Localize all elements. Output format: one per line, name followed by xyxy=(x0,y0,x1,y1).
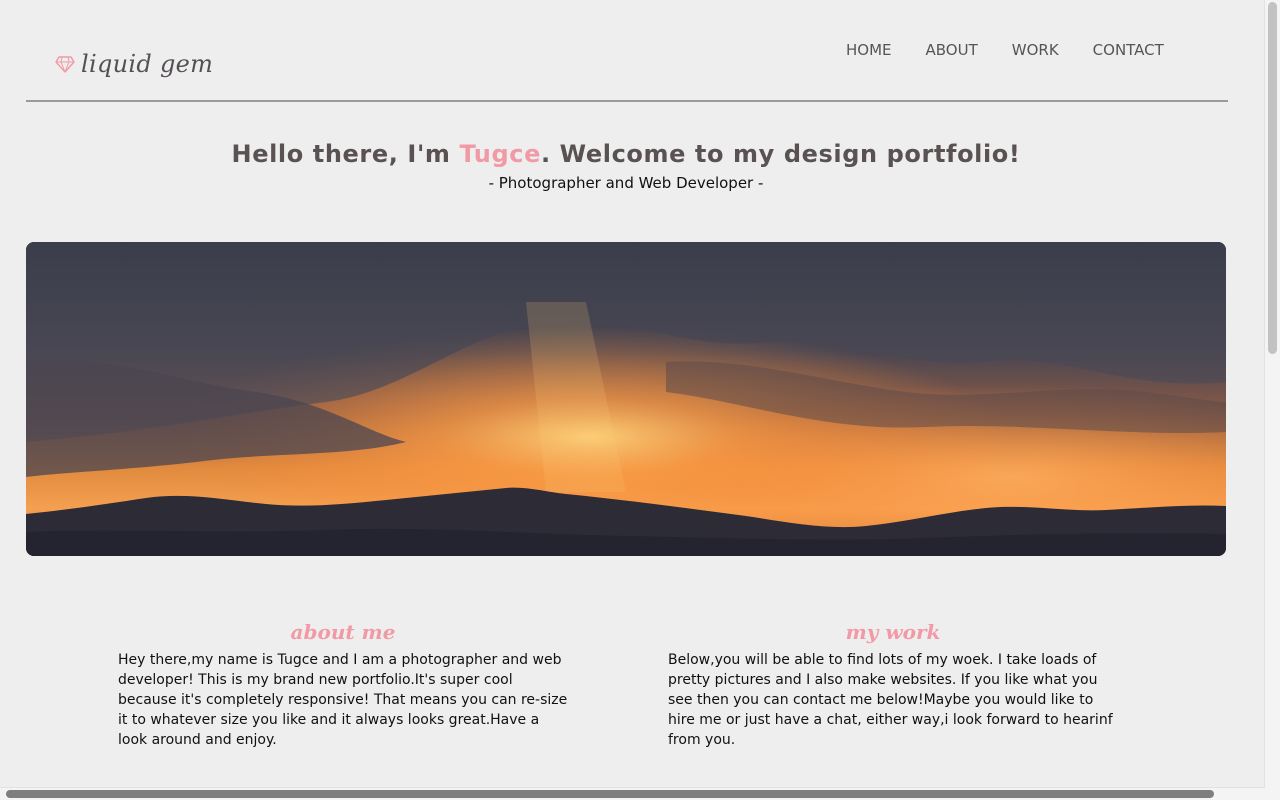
banner-image xyxy=(26,242,1226,556)
logo[interactable]: liquid gem xyxy=(55,50,213,78)
intro-greeting-after: . Welcome to my design portfolio! xyxy=(540,140,1021,168)
about-text: Hey there,my name is Tugce and I am a ph… xyxy=(118,652,568,748)
work-text: Below,you will be able to find lots of m… xyxy=(668,652,1113,748)
main-nav: HOME ABOUT WORK CONTACT xyxy=(846,41,1164,59)
vertical-scroll-thumb[interactable] xyxy=(1268,2,1277,354)
intro-heading: Hello there, I'm Tugce. Welcome to my de… xyxy=(0,140,1252,168)
work-heading: my work xyxy=(845,620,941,644)
logo-text: liquid gem xyxy=(81,50,214,78)
about-section: about me Hey there,my name is Tugce and … xyxy=(118,620,568,750)
nav-home-link[interactable]: HOME xyxy=(846,41,892,59)
nav-work-link[interactable]: WORK xyxy=(1012,41,1059,59)
sunset-over-mountains-photo xyxy=(26,242,1226,556)
nav-contact-link[interactable]: CONTACT xyxy=(1093,41,1164,59)
horizontal-scroll-thumb[interactable] xyxy=(6,790,1214,798)
nav-about-link[interactable]: ABOUT xyxy=(926,41,978,59)
intro-subtitle: - Photographer and Web Developer - xyxy=(488,174,764,192)
header-divider xyxy=(26,100,1228,102)
intro-section: Hello there, I'm Tugce. Welcome to my de… xyxy=(0,140,1252,192)
about-heading: about me xyxy=(290,620,396,644)
intro-greeting-before: Hello there, I'm xyxy=(231,140,460,168)
work-section: my work Below,you will be able to find l… xyxy=(668,620,1118,750)
horizontal-scrollbar[interactable] xyxy=(0,787,1265,800)
vertical-scrollbar[interactable] xyxy=(1264,0,1280,800)
page: liquid gem HOME ABOUT WORK CONTACT Hello… xyxy=(0,0,1280,800)
diamond-icon xyxy=(55,55,75,73)
intro-name: Tugce xyxy=(459,140,541,168)
